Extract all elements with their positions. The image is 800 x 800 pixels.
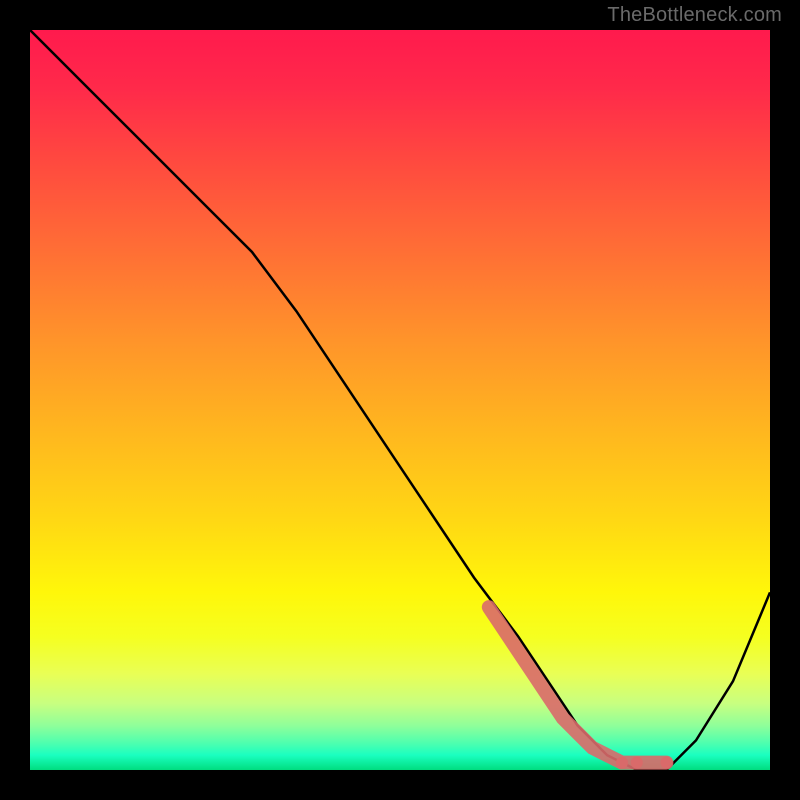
highlight-dot (616, 757, 628, 769)
chart-frame: TheBottleneck.com (0, 0, 800, 800)
curve-layer (30, 30, 770, 770)
curve-line (30, 30, 770, 770)
highlight-dots (489, 607, 673, 768)
watermark-text: TheBottleneck.com (607, 4, 782, 27)
highlight-dot (631, 757, 643, 769)
highlight-stroke (489, 607, 667, 762)
plot-area (30, 30, 770, 770)
main-curve (30, 30, 770, 770)
highlight-dot (660, 757, 672, 769)
